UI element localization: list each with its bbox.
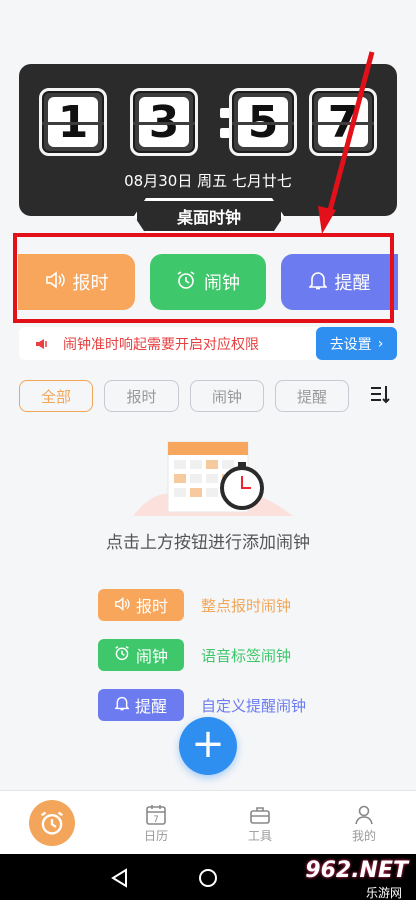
speaker-icon xyxy=(114,596,130,615)
legend-reminder-chip: 提醒 xyxy=(98,689,184,721)
annotation-arrow-icon xyxy=(318,51,375,234)
legend-reminder: 提醒 自定义提醒闹钟 xyxy=(98,689,306,721)
nav-mine[interactable]: 我的 xyxy=(312,791,416,855)
go-settings-label: 去设置 xyxy=(329,336,372,353)
nav-mine-label: 我的 xyxy=(351,828,376,843)
legend-baoshi: 报时 整点报时闹钟 xyxy=(98,589,291,621)
filter-alarm[interactable]: 闹钟 xyxy=(190,380,264,412)
alarm-clock-icon xyxy=(114,645,130,665)
legend-baoshi-label: 报时 xyxy=(135,597,168,616)
back-icon xyxy=(111,868,127,888)
nav-alarm-active xyxy=(29,800,75,846)
legend-alarm-label: 闹钟 xyxy=(135,647,168,666)
plus-icon: + xyxy=(191,721,225,767)
empty-hint: 点击上方按钮进行添加闹钟 xyxy=(106,533,310,553)
filter-baoshi[interactable]: 报时 xyxy=(104,380,179,412)
chevron-right-icon: › xyxy=(377,335,384,352)
bell-icon xyxy=(114,695,130,715)
user-icon xyxy=(355,805,373,824)
home-icon xyxy=(199,869,217,887)
permission-text: 闹钟准时响起需要开启对应权限 xyxy=(63,336,259,353)
sort-icon[interactable] xyxy=(369,383,391,411)
go-settings-button[interactable]: 去设置 › xyxy=(316,327,397,360)
empty-calendar-illustration xyxy=(133,441,293,516)
legend-alarm-chip: 闹钟 xyxy=(98,639,184,671)
calendar-icon: 7 xyxy=(146,804,166,825)
filter-reminder[interactable]: 提醒 xyxy=(275,380,349,412)
watermark-logo: 962.NET xyxy=(305,858,408,883)
legend-reminder-label: 提醒 xyxy=(134,697,167,716)
legend-baoshi-desc: 整点报时闹钟 xyxy=(201,596,292,615)
add-fab-button[interactable]: + xyxy=(179,717,237,775)
legend-reminder-desc: 自定义提醒闹钟 xyxy=(201,696,307,715)
bottom-nav: 7 日历 工具 我的 xyxy=(0,790,416,854)
watermark-sub: 乐游网 xyxy=(365,886,402,900)
legend-alarm: 闹钟 语音标签闹钟 xyxy=(98,639,291,671)
legend-baoshi-chip: 报时 xyxy=(98,589,184,621)
filter-all[interactable]: 全部 xyxy=(19,380,93,412)
nav-tools[interactable]: 工具 xyxy=(208,791,312,855)
toolbox-icon xyxy=(250,806,270,824)
alarm-clock-icon xyxy=(40,811,64,835)
nav-tools-label: 工具 xyxy=(247,828,272,843)
legend-alarm-desc: 语音标签闹钟 xyxy=(201,646,292,665)
megaphone-icon xyxy=(35,337,49,351)
nav-calendar-label: 日历 xyxy=(143,828,168,843)
nav-calendar[interactable]: 7 日历 xyxy=(104,791,208,855)
nav-alarm[interactable] xyxy=(0,791,104,855)
svg-text:7: 7 xyxy=(153,815,159,825)
permission-notice: 闹钟准时响起需要开启对应权限 去设置 › xyxy=(19,327,397,360)
